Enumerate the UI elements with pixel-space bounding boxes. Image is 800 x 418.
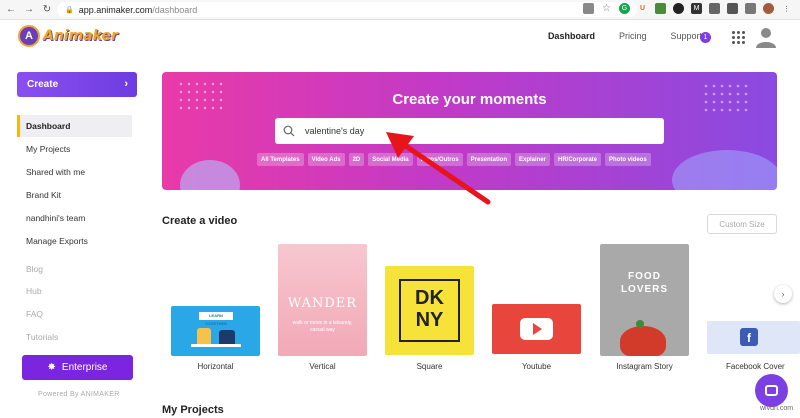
sidebar-item-brand-kit[interactable]: Brand Kit xyxy=(17,184,132,206)
annotation-arrow xyxy=(386,132,491,205)
chat-support-button[interactable] xyxy=(755,374,788,407)
chip-2d[interactable]: 2D xyxy=(348,153,365,166)
menu-dots-icon[interactable]: ⋮ xyxy=(781,3,792,14)
video-card-horizontal[interactable]: LEARN TOGETHER Horizontal xyxy=(171,244,261,374)
sidebar-item-my-projects[interactable]: My Projects xyxy=(17,138,132,160)
logo-badge-icon: A xyxy=(18,25,40,47)
create-video-title: Create a video xyxy=(162,215,238,227)
chip-all-templates[interactable]: All Templates xyxy=(257,153,304,166)
video-card-vertical[interactable]: WANDER walk or move in a leisurely, casu… xyxy=(278,244,368,374)
thumb-caption: DK NY xyxy=(415,287,444,331)
card-label: Instagram Story xyxy=(616,362,673,371)
star-icon[interactable]: ☆ xyxy=(601,3,612,14)
lock-icon: 🔒 xyxy=(65,6,74,14)
extension-circle-icon[interactable] xyxy=(673,3,684,14)
custom-size-button[interactable]: Custom Size xyxy=(707,214,777,234)
enterprise-label: Enterprise xyxy=(61,362,108,373)
vertical-thumbnail: WANDER walk or move in a leisurely, casu… xyxy=(278,244,367,356)
sidebar-item-dashboard[interactable]: Dashboard xyxy=(17,115,132,137)
card-label: Vertical xyxy=(309,362,336,371)
search-value: valentine's day xyxy=(305,126,365,136)
card-label: Facebook Cover xyxy=(726,362,785,371)
sidebar-item-shared[interactable]: Shared with me xyxy=(17,161,132,183)
sidebar-item-team[interactable]: nandhini's team xyxy=(17,207,132,229)
extension-pen-icon[interactable] xyxy=(655,3,666,14)
user-avatar-icon[interactable] xyxy=(755,26,777,48)
extensions-bar: ☆ G U M ⋮ xyxy=(583,3,792,14)
banner-blob-decoration xyxy=(672,150,777,190)
grammarly-icon[interactable]: G xyxy=(619,3,630,14)
my-projects-title: My Projects xyxy=(162,404,224,416)
video-card-square[interactable]: DK NY Square xyxy=(385,266,475,376)
nav-support[interactable]: Support xyxy=(670,31,702,41)
browser-toolbar: ← → ↻ 🔒 app.animaker.com/dashboard ☆ G U… xyxy=(0,0,800,20)
watermark-text: wivdn.com xyxy=(760,405,794,412)
reload-icon[interactable]: ↻ xyxy=(40,3,54,17)
logo-text: Animaker xyxy=(43,28,118,44)
youtube-thumbnail xyxy=(492,304,581,354)
video-card-facebook-cover[interactable]: f Facebook Cover xyxy=(707,321,800,377)
sidebar-item-manage-exports[interactable]: Manage Exports xyxy=(17,230,132,252)
sidebar-item-blog[interactable]: Blog xyxy=(17,258,132,280)
instagram-story-thumbnail: FOOD LOVERS xyxy=(600,244,689,356)
sparkle-icon: ✸ xyxy=(47,362,56,373)
profile-icon[interactable] xyxy=(763,3,774,14)
video-card-youtube[interactable]: Youtube xyxy=(492,304,582,376)
chevron-right-icon: › xyxy=(124,78,128,90)
chip-video-ads[interactable]: Video Ads xyxy=(307,153,345,166)
facebook-cover-thumbnail: f xyxy=(707,321,800,354)
nav-pricing[interactable]: Pricing xyxy=(619,31,647,41)
notification-badge[interactable]: 1 xyxy=(700,32,711,43)
carousel-next-button[interactable]: › xyxy=(774,285,792,303)
back-icon[interactable]: ← xyxy=(4,3,18,17)
enterprise-button[interactable]: ✸ Enterprise xyxy=(22,355,133,380)
chat-icon xyxy=(765,385,778,396)
animaker-logo[interactable]: A Animaker xyxy=(18,25,118,47)
create-button-label: Create xyxy=(27,79,59,90)
extension-m-icon[interactable]: M xyxy=(691,3,702,14)
sidebar-item-faq[interactable]: FAQ xyxy=(17,303,132,325)
banner-title: Create your moments xyxy=(392,91,547,108)
powered-by-text: Powered By ANIMAKER xyxy=(38,391,120,398)
address-bar[interactable]: 🔒 app.animaker.com/dashboard xyxy=(57,2,637,17)
url-path: /dashboard xyxy=(152,4,198,15)
video-card-instagram-story[interactable]: FOOD LOVERS Instagram Story xyxy=(600,244,690,374)
sidebar-item-tutorials[interactable]: Tutorials xyxy=(17,326,132,348)
chip-photo-videos[interactable]: Photo videos xyxy=(605,153,651,166)
thumb-caption: LEARN TOGETHER xyxy=(199,312,233,326)
horizontal-thumbnail: LEARN TOGETHER xyxy=(171,306,260,356)
chip-explainer[interactable]: Explainer xyxy=(514,153,550,166)
camera-icon[interactable] xyxy=(709,3,720,14)
thumb-subcaption: walk or move in a leisurely, casual way xyxy=(292,320,353,333)
card-label: Horizontal xyxy=(197,362,234,371)
key-icon[interactable] xyxy=(583,3,594,14)
create-button[interactable]: Create › xyxy=(17,72,137,97)
gear-icon[interactable] xyxy=(727,3,738,14)
app-header: A Animaker Dashboard Pricing Support 1 xyxy=(0,20,800,56)
banner-blob-decoration xyxy=(180,160,240,190)
square-thumbnail: DK NY xyxy=(385,266,474,355)
puzzle-icon[interactable] xyxy=(745,3,756,14)
thumb-caption: WANDER xyxy=(287,296,358,311)
search-icon xyxy=(283,125,295,137)
facebook-icon: f xyxy=(740,328,758,346)
top-nav: Dashboard Pricing Support xyxy=(548,31,702,41)
chip-hr-corporate[interactable]: HR/Corporate xyxy=(554,153,602,166)
nav-dashboard[interactable]: Dashboard xyxy=(548,31,595,41)
sidebar-item-hub[interactable]: Hub xyxy=(17,280,132,302)
card-label: Square xyxy=(416,362,443,371)
url-host: app.animaker.com xyxy=(78,4,153,15)
thumb-caption: FOOD LOVERS xyxy=(620,271,669,295)
extension-u-icon[interactable]: U xyxy=(637,3,648,14)
card-label: Youtube xyxy=(521,362,552,371)
forward-icon[interactable]: → xyxy=(22,3,36,17)
apps-grid-icon[interactable] xyxy=(732,31,745,44)
